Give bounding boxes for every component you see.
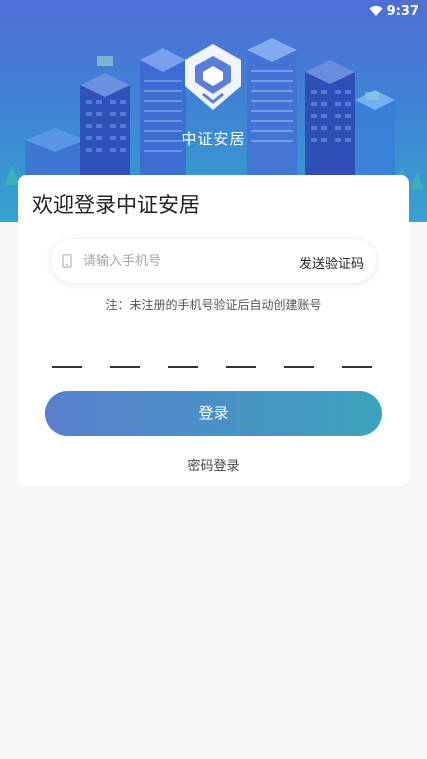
code-slot[interactable] (342, 356, 372, 368)
login-card: 欢迎登录中证安居 发送验证码 注：未注册的手机号验证后自动创建账号 登录 密码登… (18, 175, 409, 486)
status-time: 9:37 (386, 4, 419, 19)
status-bar: 9:37 (0, 0, 427, 24)
phone-icon (62, 254, 72, 268)
registration-note: 注：未注册的手机号验证后自动创建账号 (105, 298, 322, 312)
phone-input-row: 发送验证码 (51, 239, 376, 283)
login-button[interactable]: 登录 (45, 391, 382, 436)
code-slot[interactable] (168, 356, 198, 368)
welcome-title: 欢迎登录中证安居 (32, 193, 200, 217)
verification-code-input[interactable] (52, 356, 376, 368)
code-slot[interactable] (226, 356, 256, 368)
code-slot[interactable] (284, 356, 314, 368)
send-code-button[interactable]: 发送验证码 (299, 253, 364, 272)
wifi-icon (369, 5, 383, 16)
house-shield-logo-icon (185, 44, 241, 110)
code-slot[interactable] (110, 356, 140, 368)
brand-name: 中证安居 (181, 130, 246, 148)
phone-input[interactable] (83, 249, 263, 273)
code-slot[interactable] (52, 356, 82, 368)
password-login-link[interactable]: 密码登录 (18, 455, 409, 474)
